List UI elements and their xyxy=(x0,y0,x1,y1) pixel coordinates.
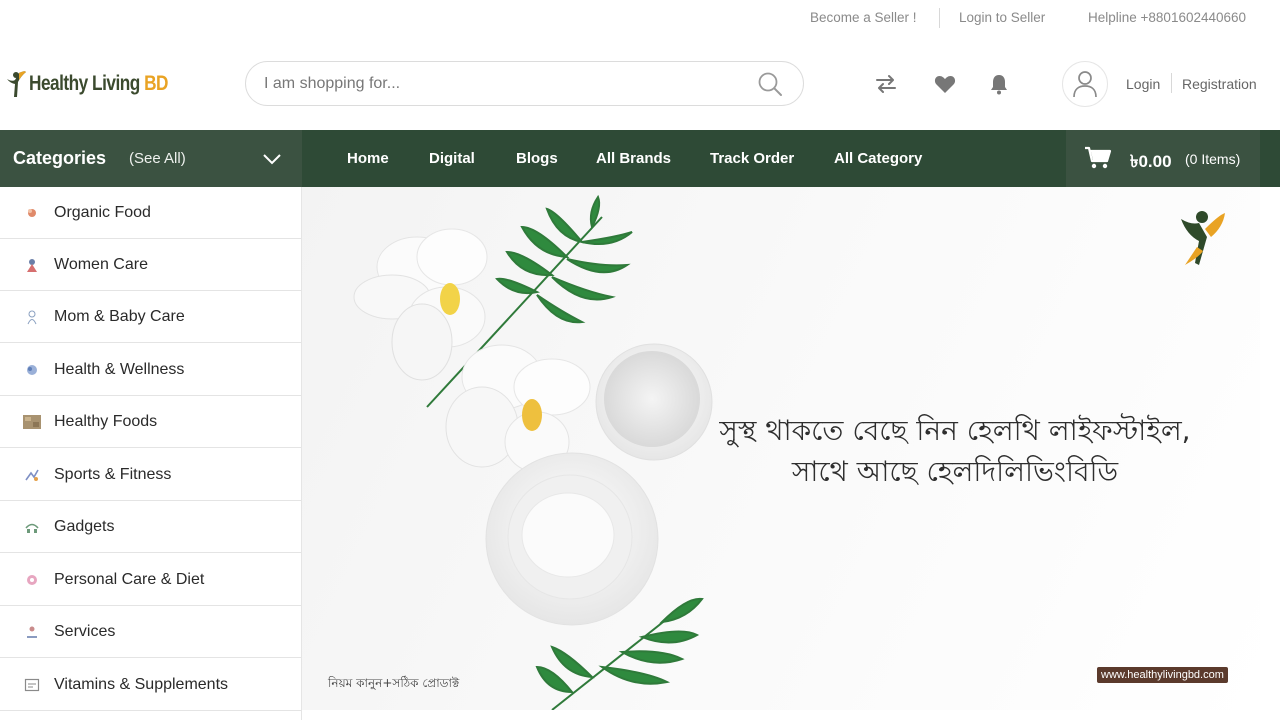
nav-home[interactable]: Home xyxy=(347,150,389,167)
login-link[interactable]: Login xyxy=(1126,76,1160,92)
sidebar-item-label: Sports & Fitness xyxy=(54,465,172,483)
banner-logo-icon xyxy=(1181,211,1225,265)
personal-care-icon xyxy=(23,571,41,589)
banner-headline-line1: সুস্থ থাকতে বেছে নিন হেলথি লাইফস্টাইল, xyxy=(719,414,1191,447)
search-icon[interactable] xyxy=(757,71,783,102)
sidebar-item-mom-baby-care[interactable]: Mom & Baby Care xyxy=(0,291,301,343)
sidebar-item-label: Women Care xyxy=(54,255,148,273)
sidebar-item-label: Services xyxy=(54,622,116,640)
cart-item-count: (0 Items) xyxy=(1185,151,1241,167)
categories-dropdown[interactable]: Categories (See All) xyxy=(0,130,302,187)
auth-divider xyxy=(1171,73,1172,93)
cart-amount: ৳0.00 xyxy=(1130,152,1172,171)
topbar-divider xyxy=(939,8,940,28)
nav-blogs[interactable]: Blogs xyxy=(516,150,558,167)
chevron-down-icon[interactable] xyxy=(262,152,282,170)
sidebar-item-organic-food[interactable]: Organic Food xyxy=(0,187,301,239)
sidebar-item-health-wellness[interactable]: Health & Wellness xyxy=(0,344,301,396)
logo-wordmark: Healthy Living BD xyxy=(29,72,168,96)
sidebar-item-personal-care-diet[interactable]: Personal Care & Diet xyxy=(0,554,301,606)
category-sidebar: Organic Food Women Care Mom & Baby Care … xyxy=(0,187,302,720)
fitness-icon xyxy=(23,466,41,484)
sidebar-item-sports-fitness[interactable]: Sports & Fitness xyxy=(0,449,301,501)
wishlist-heart-icon[interactable] xyxy=(934,74,956,99)
sidebar-item-label: Personal Care & Diet xyxy=(54,570,205,588)
banner-tagline: নিয়ম কানুন+সঠিক প্রোডাক্ট xyxy=(328,676,460,690)
helpline-text: Helpline +8801602440660 xyxy=(1088,10,1247,25)
banner-headline-line2: সাথে আছে হেলদিলিভিংবিডি xyxy=(791,455,1119,488)
search-bar xyxy=(245,61,804,106)
categories-title: Categories xyxy=(13,148,107,168)
logo-figure-icon xyxy=(7,71,26,97)
cart-button[interactable]: ৳0.00 (0 Items) xyxy=(1066,130,1260,187)
banner-url-badge: www.healthylivingbd.com xyxy=(1097,667,1228,683)
nav-all-category[interactable]: All Category xyxy=(834,150,922,167)
shopping-cart-icon xyxy=(1084,146,1112,175)
nav-all-brands[interactable]: All Brands xyxy=(596,150,671,167)
notification-bell-icon[interactable] xyxy=(989,73,1009,100)
user-avatar[interactable] xyxy=(1062,61,1108,107)
sidebar-item-label: Healthy Foods xyxy=(54,412,158,430)
sidebar-item-gadgets[interactable]: Gadgets xyxy=(0,501,301,553)
sidebar-item-label: Health & Wellness xyxy=(54,360,185,378)
sidebar-item-women-care[interactable]: Women Care xyxy=(0,239,301,291)
healthy-foods-icon xyxy=(23,413,41,431)
top-utility-bar: Become a Seller ! Login to Seller Helpli… xyxy=(0,0,1280,36)
vitamins-icon xyxy=(23,676,41,694)
site-logo[interactable]: Healthy Living BD xyxy=(5,70,199,98)
login-seller-link[interactable]: Login to Seller xyxy=(959,10,1045,25)
nav-digital[interactable]: Digital xyxy=(429,150,475,167)
wellness-icon xyxy=(23,361,41,379)
sidebar-item-label: Gadgets xyxy=(54,517,115,535)
hero-banner[interactable]: সুস্থ থাকতে বেছে নিন হেলথি লাইফস্টাইল, স… xyxy=(302,187,1260,710)
sidebar-item-label: Vitamins & Supplements xyxy=(54,675,229,693)
women-care-icon xyxy=(23,256,41,274)
logo-wordmark-main: Healthy Living xyxy=(29,72,145,95)
site-header: Healthy Living BD Login Registration xyxy=(0,36,1280,130)
services-icon xyxy=(23,623,41,641)
sidebar-item-services[interactable]: Services xyxy=(0,606,301,658)
main-nav-bar: Categories (See All) Home Digital Blogs … xyxy=(0,130,1280,187)
sidebar-item-label: Organic Food xyxy=(54,203,151,221)
gadgets-icon xyxy=(23,518,41,536)
baby-care-icon xyxy=(23,308,41,326)
registration-link[interactable]: Registration xyxy=(1182,76,1257,92)
sidebar-item-label: Mom & Baby Care xyxy=(54,307,185,325)
sidebar-item-vitamins-supplements[interactable]: Vitamins & Supplements xyxy=(0,659,301,711)
compare-icon[interactable] xyxy=(874,73,898,100)
nav-track-order[interactable]: Track Order xyxy=(710,150,794,167)
search-input[interactable] xyxy=(264,73,744,95)
sidebar-item-healthy-foods[interactable]: Healthy Foods xyxy=(0,396,301,448)
user-icon xyxy=(1073,71,1097,98)
see-all-link[interactable]: (See All) xyxy=(129,150,186,167)
logo-wordmark-accent: BD xyxy=(144,72,168,95)
organic-food-icon xyxy=(23,204,41,222)
become-seller-link[interactable]: Become a Seller ! xyxy=(810,10,917,25)
